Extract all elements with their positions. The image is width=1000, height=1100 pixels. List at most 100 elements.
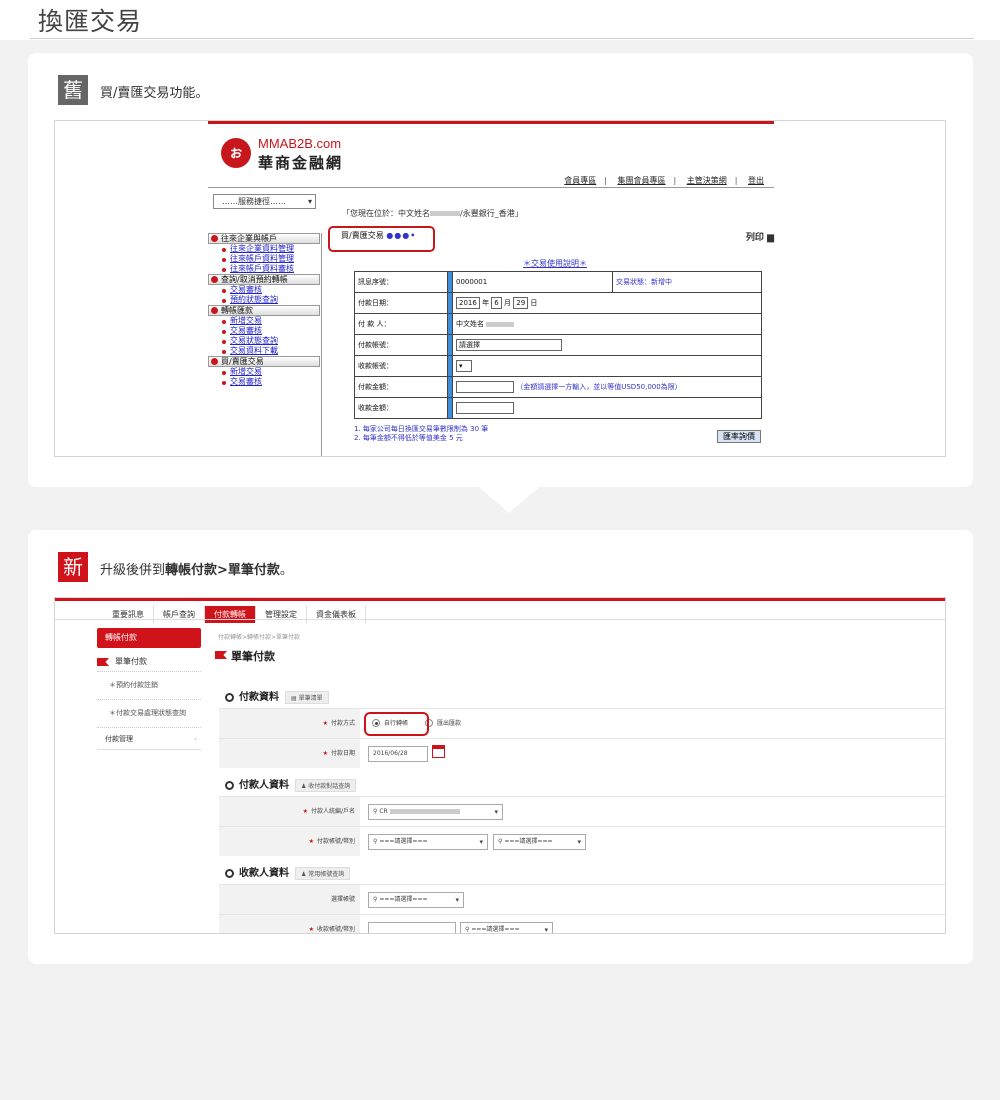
title-divider <box>30 38 974 39</box>
search-icon: ⚲ <box>498 838 503 845</box>
day-select[interactable]: 29 <box>513 297 529 309</box>
pay-amount-input[interactable] <box>456 381 514 393</box>
sidebar-link[interactable]: 交易狀態查詢 <box>208 336 320 346</box>
sidebar-divider <box>321 233 322 456</box>
search-icon: ⚲ <box>373 808 378 815</box>
serial-label: 訊息序號： <box>354 271 448 293</box>
payer-id-select[interactable]: ⚲ CR ▾ <box>368 804 503 820</box>
breadcrumb: 付款轉帳>轉帳付款>單筆付款 <box>218 634 301 641</box>
old-form-table: 訊息序號： 0000001 交易狀態：新增中 付款日期： 2016 年 6 月 … <box>354 271 762 419</box>
transaction-status: 交易狀態：新增中 <box>612 271 762 293</box>
payee-account-select[interactable]: ⚲ ===請選擇=== ▾ <box>368 892 464 908</box>
sidebar-link[interactable]: 交易審核 <box>208 377 320 387</box>
brand-logo-icon: ぉ <box>221 138 251 168</box>
search-icon: ⚲ <box>373 838 378 845</box>
payamt-label: 付款金額： <box>354 376 448 398</box>
nav-divider <box>55 619 945 620</box>
sidebar-link[interactable]: 交易審核 <box>208 326 320 336</box>
row-payer-id: ★ 付款人統編/戶名 ⚲ CR ▾ <box>219 796 945 826</box>
main-nav: 重要訊息 帳戶查詢 付款轉帳 管理設定 資金儀表板 <box>103 602 366 623</box>
serial-value: 0000001 <box>452 271 613 293</box>
section-payment: 付款資料 ▤ 單筆清單 <box>225 688 329 704</box>
sidebar-link[interactable]: 交易審核 <box>208 285 320 295</box>
tab-important-messages[interactable]: 重要訊息 <box>103 606 154 623</box>
down-arrow-icon <box>479 487 539 513</box>
payer-account-select[interactable]: ⚲ ===請選擇=== ▾ <box>368 834 488 850</box>
row-payee-select: 選擇帳號 ⚲ ===請選擇=== ▾ <box>219 884 945 914</box>
payment-date-input[interactable]: 2016/06/28 <box>368 746 428 762</box>
sidebar-item-single-payment[interactable]: 單筆付款 <box>97 652 201 672</box>
flag-icon <box>97 658 109 666</box>
payee-select-label: 選擇帳號 <box>219 885 360 914</box>
month-select[interactable]: 6 <box>491 297 502 309</box>
service-shortcut-select[interactable]: ……服務捷徑…… <box>213 194 316 209</box>
chevron-down-icon: ▾ <box>455 896 459 904</box>
common-account-button[interactable]: ♟ 常用帳號查詢 <box>295 866 351 880</box>
sidebar-section[interactable]: 買/賣匯交易 <box>208 356 320 367</box>
link-member-zone[interactable]: 會員專區 <box>564 176 596 185</box>
link-logout[interactable]: 登出 <box>748 176 764 185</box>
receive-amount-input[interactable] <box>456 402 514 414</box>
link-group-member-zone[interactable]: 集團會員專區 <box>618 176 666 185</box>
new-badge: 新 <box>58 552 88 582</box>
year-select[interactable]: 2016 <box>456 297 480 309</box>
chevron-down-icon: ▾ <box>479 838 483 846</box>
sidebar-link[interactable]: 往來帳戶資料審核 <box>208 264 320 274</box>
sidebar-section[interactable]: 轉帳匯款 <box>208 305 320 316</box>
sidebar-link[interactable]: 預約狀態查詢 <box>208 295 320 305</box>
row-payment-method: ★ 付款方式 自行轉帳 匯出匯款 <box>219 708 945 738</box>
tab-management[interactable]: 管理設定 <box>256 606 307 623</box>
payer-currency-select[interactable]: ⚲ ===請選擇=== ▾ <box>493 834 586 850</box>
page-title: 換匯交易 <box>38 7 143 36</box>
page-heading: 單筆付款 <box>215 648 275 664</box>
new-system-card: 新 升級後併到轉帳付款>單筆付款。 重要訊息 帳戶查詢 付款轉帳 管理設定 資金儀表板 … <box>28 530 973 964</box>
old-notes: 1. 每家公司每日換匯交易筆數限制為 30 筆 2. 每筆金額不得低於等值美金 … <box>354 425 489 442</box>
tab-account-inquiry[interactable]: 帳戶查詢 <box>154 606 205 623</box>
highlight-box <box>328 226 435 252</box>
chevron-down-icon: ▾ <box>494 808 498 816</box>
tab-payment-transfer[interactable]: 付款轉帳 <box>205 606 256 623</box>
calendar-icon[interactable] <box>432 745 445 758</box>
sidebar-head[interactable]: 轉帳付款 <box>97 628 201 648</box>
link-executive-net[interactable]: 主管決策網 <box>687 176 727 185</box>
sidebar-section[interactable]: 往來企業與帳戶 <box>208 233 320 244</box>
payer-id-label: ★ 付款人統編/戶名 <box>219 797 360 826</box>
single-list-button[interactable]: ▤ 單筆清單 <box>285 690 329 704</box>
sidebar-item-status-inquiry[interactable]: ＊付款交易處理狀態查詢 <box>97 700 201 728</box>
sidebar-item-cancel-scheduled[interactable]: ＊預約付款註銷 <box>97 672 201 700</box>
highlight-box <box>364 712 429 736</box>
payer-query-button[interactable]: ♟ 收付款對話查詢 <box>295 778 357 792</box>
sidebar-link[interactable]: 交易資料下載 <box>208 346 320 356</box>
sidebar-link[interactable]: 往來企業資料管理 <box>208 244 320 254</box>
row-payment-date: ★ 付款日期 2016/06/28 <box>219 738 945 768</box>
chevron-down-icon: ▾ <box>544 926 548 934</box>
help-link[interactable]: ＊交易使用說明＊ <box>336 258 774 269</box>
payee-currency-select[interactable]: ⚲ ===請選擇=== ▾ <box>460 922 553 934</box>
receive-account-select[interactable]: ▾ <box>456 360 472 372</box>
sidebar-link[interactable]: 新增交易 <box>208 316 320 326</box>
amount-note: （金額請選擇一方輸入，並以等值USD50,000為限） <box>516 383 682 391</box>
payer-value: 中文姓名 <box>452 313 762 335</box>
new-screenshot: 重要訊息 帳戶查詢 付款轉帳 管理設定 資金儀表板 轉帳付款 單筆付款 ＊預約付款註銷 … <box>54 597 946 934</box>
tab-funds-dashboard[interactable]: 資金儀表板 <box>307 606 366 623</box>
new-sidebar: 轉帳付款 單筆付款 ＊預約付款註銷 ＊付款交易處理狀態查詢 付款管理 › <box>97 628 201 750</box>
sidebar-link[interactable]: 新增交易 <box>208 367 320 377</box>
old-caption: 買/賣匯交易功能。 <box>100 86 209 101</box>
location-text: 「您現在位於：中文姓名/永豐銀行_香港」 <box>342 209 523 218</box>
sidebar-link[interactable]: 往來帳戶資料管理 <box>208 254 320 264</box>
sidebar-item-payment-management[interactable]: 付款管理 › <box>97 728 201 750</box>
sidebar-section[interactable]: 查詢/取消預約轉帳 <box>208 274 320 285</box>
pay-account-select[interactable]: 請選擇 <box>456 339 562 351</box>
rate-inquiry-button[interactable]: 匯率詢價 <box>717 430 761 443</box>
old-screenshot: ぉ MMAB2B.com 華商金融網 會員專區 | 集團會員專區 | 主管決策網 | … <box>54 120 946 457</box>
paydate-selects: 2016 年 6 月 29 日 <box>452 292 762 314</box>
section-payee: 收款人資料 ♟ 常用帳號查詢 <box>225 864 351 880</box>
payee-account-input[interactable] <box>368 922 456 933</box>
payment-method-label: ★ 付款方式 <box>219 709 360 738</box>
old-top-red-bar <box>208 121 774 124</box>
old-system-card: 舊 買/賣匯交易功能。 ぉ MMAB2B.com 華商金融網 會員專區 | 集團會… <box>28 53 973 487</box>
print-button[interactable]: 列印 ▆ <box>746 230 774 243</box>
recvamt-label: 收款金額： <box>354 397 448 419</box>
new-top-red-bar <box>55 598 945 601</box>
payment-date-label: ★ 付款日期 <box>219 739 360 768</box>
